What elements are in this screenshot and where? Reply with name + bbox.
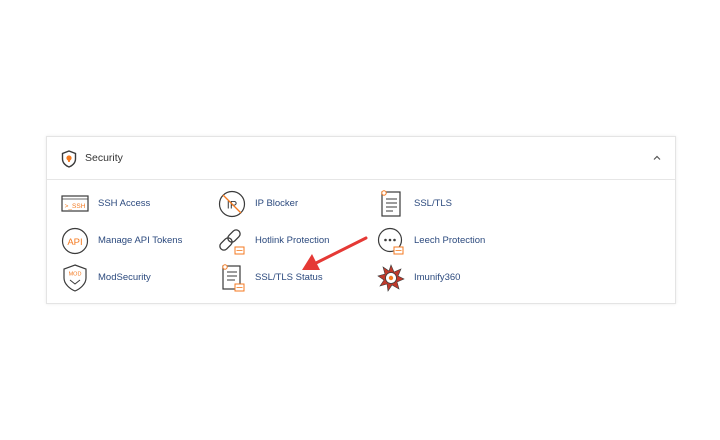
item-ssh-access[interactable]: >_SSH SSH Access	[61, 189, 181, 219]
api-icon: API	[61, 227, 89, 255]
item-ip-blocker[interactable]: IP IP Blocker	[218, 189, 338, 219]
svg-text:MOD: MOD	[69, 272, 82, 278]
chevron-up-icon[interactable]	[651, 152, 663, 164]
section-title: Security	[85, 152, 123, 164]
modsecurity-shield-icon: MOD	[63, 264, 87, 292]
item-label: Manage API Tokens	[98, 235, 183, 246]
imunify360-icon	[377, 264, 405, 292]
item-label: SSH Access	[98, 198, 151, 209]
item-leech-protection[interactable]: Leech Protection	[377, 226, 517, 256]
certificate-icon	[381, 190, 401, 217]
item-ssl-tls[interactable]: SSL/TLS	[377, 189, 497, 219]
item-manage-api-tokens[interactable]: API Manage API Tokens	[61, 226, 201, 256]
item-label: ModSecurity	[98, 272, 151, 283]
panel-header[interactable]: Security	[47, 137, 675, 180]
item-modsecurity[interactable]: MOD ModSecurity	[61, 263, 181, 293]
ssh-terminal-icon: >_SSH	[61, 195, 89, 212]
item-label: Leech Protection	[414, 235, 486, 246]
item-label: IP Blocker	[255, 198, 299, 209]
ssl-status-icon	[222, 264, 245, 292]
item-imunify360[interactable]: Imunify360	[377, 263, 497, 293]
svg-text:>_SSH: >_SSH	[65, 203, 86, 210]
item-label: SSL/TLS	[414, 198, 453, 209]
item-ssl-tls-status[interactable]: SSL/TLS Status	[218, 263, 338, 293]
item-label: Imunify360	[414, 272, 461, 283]
item-label: Hotlink Protection	[255, 235, 330, 246]
shield-icon	[61, 150, 77, 168]
leech-icon	[377, 227, 404, 255]
ip-blocker-icon: IP	[218, 190, 246, 218]
broken-link-icon	[219, 229, 245, 255]
svg-text:IP: IP	[227, 200, 237, 212]
security-panel: Security >_SSH SSH Access IP IP Blocker	[46, 136, 676, 304]
svg-text:API: API	[67, 237, 82, 248]
item-label: SSL/TLS Status	[255, 272, 323, 283]
item-hotlink-protection[interactable]: Hotlink Protection	[218, 226, 358, 256]
